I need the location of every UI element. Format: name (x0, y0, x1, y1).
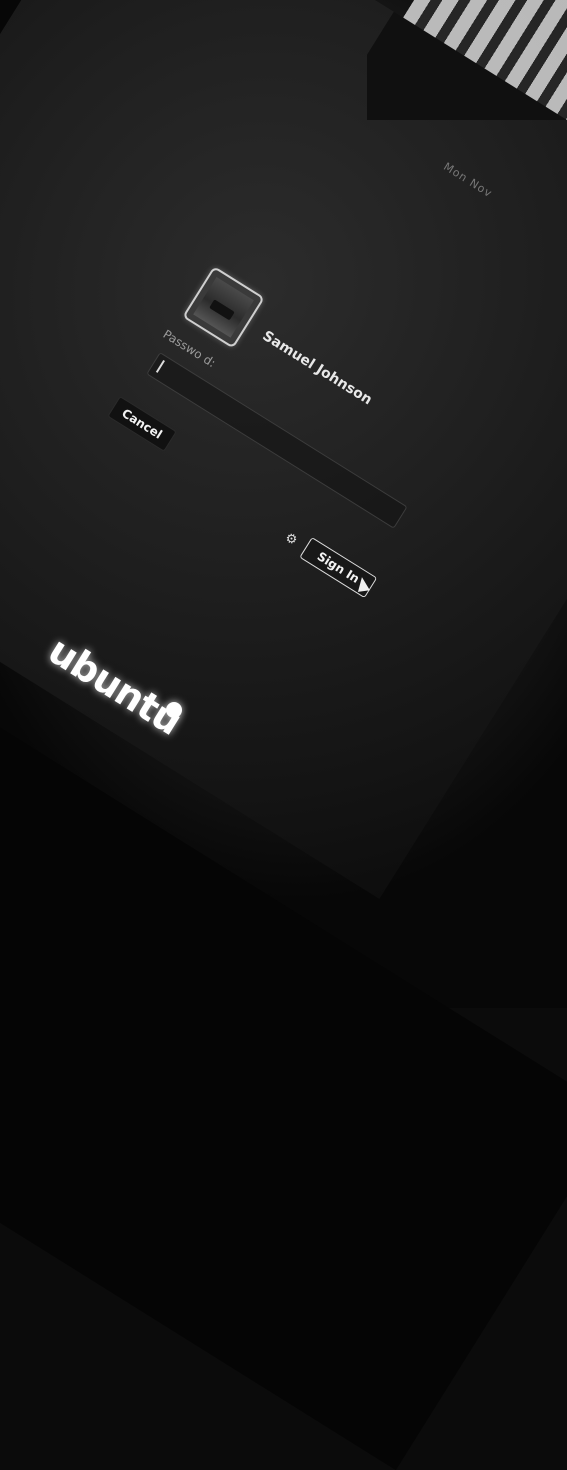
ubuntu-logo-dot-icon (166, 702, 182, 718)
window-reflection (367, 0, 567, 120)
mouse-cursor-icon (356, 576, 370, 592)
text-caret (155, 359, 165, 373)
avatar-image (193, 277, 254, 338)
